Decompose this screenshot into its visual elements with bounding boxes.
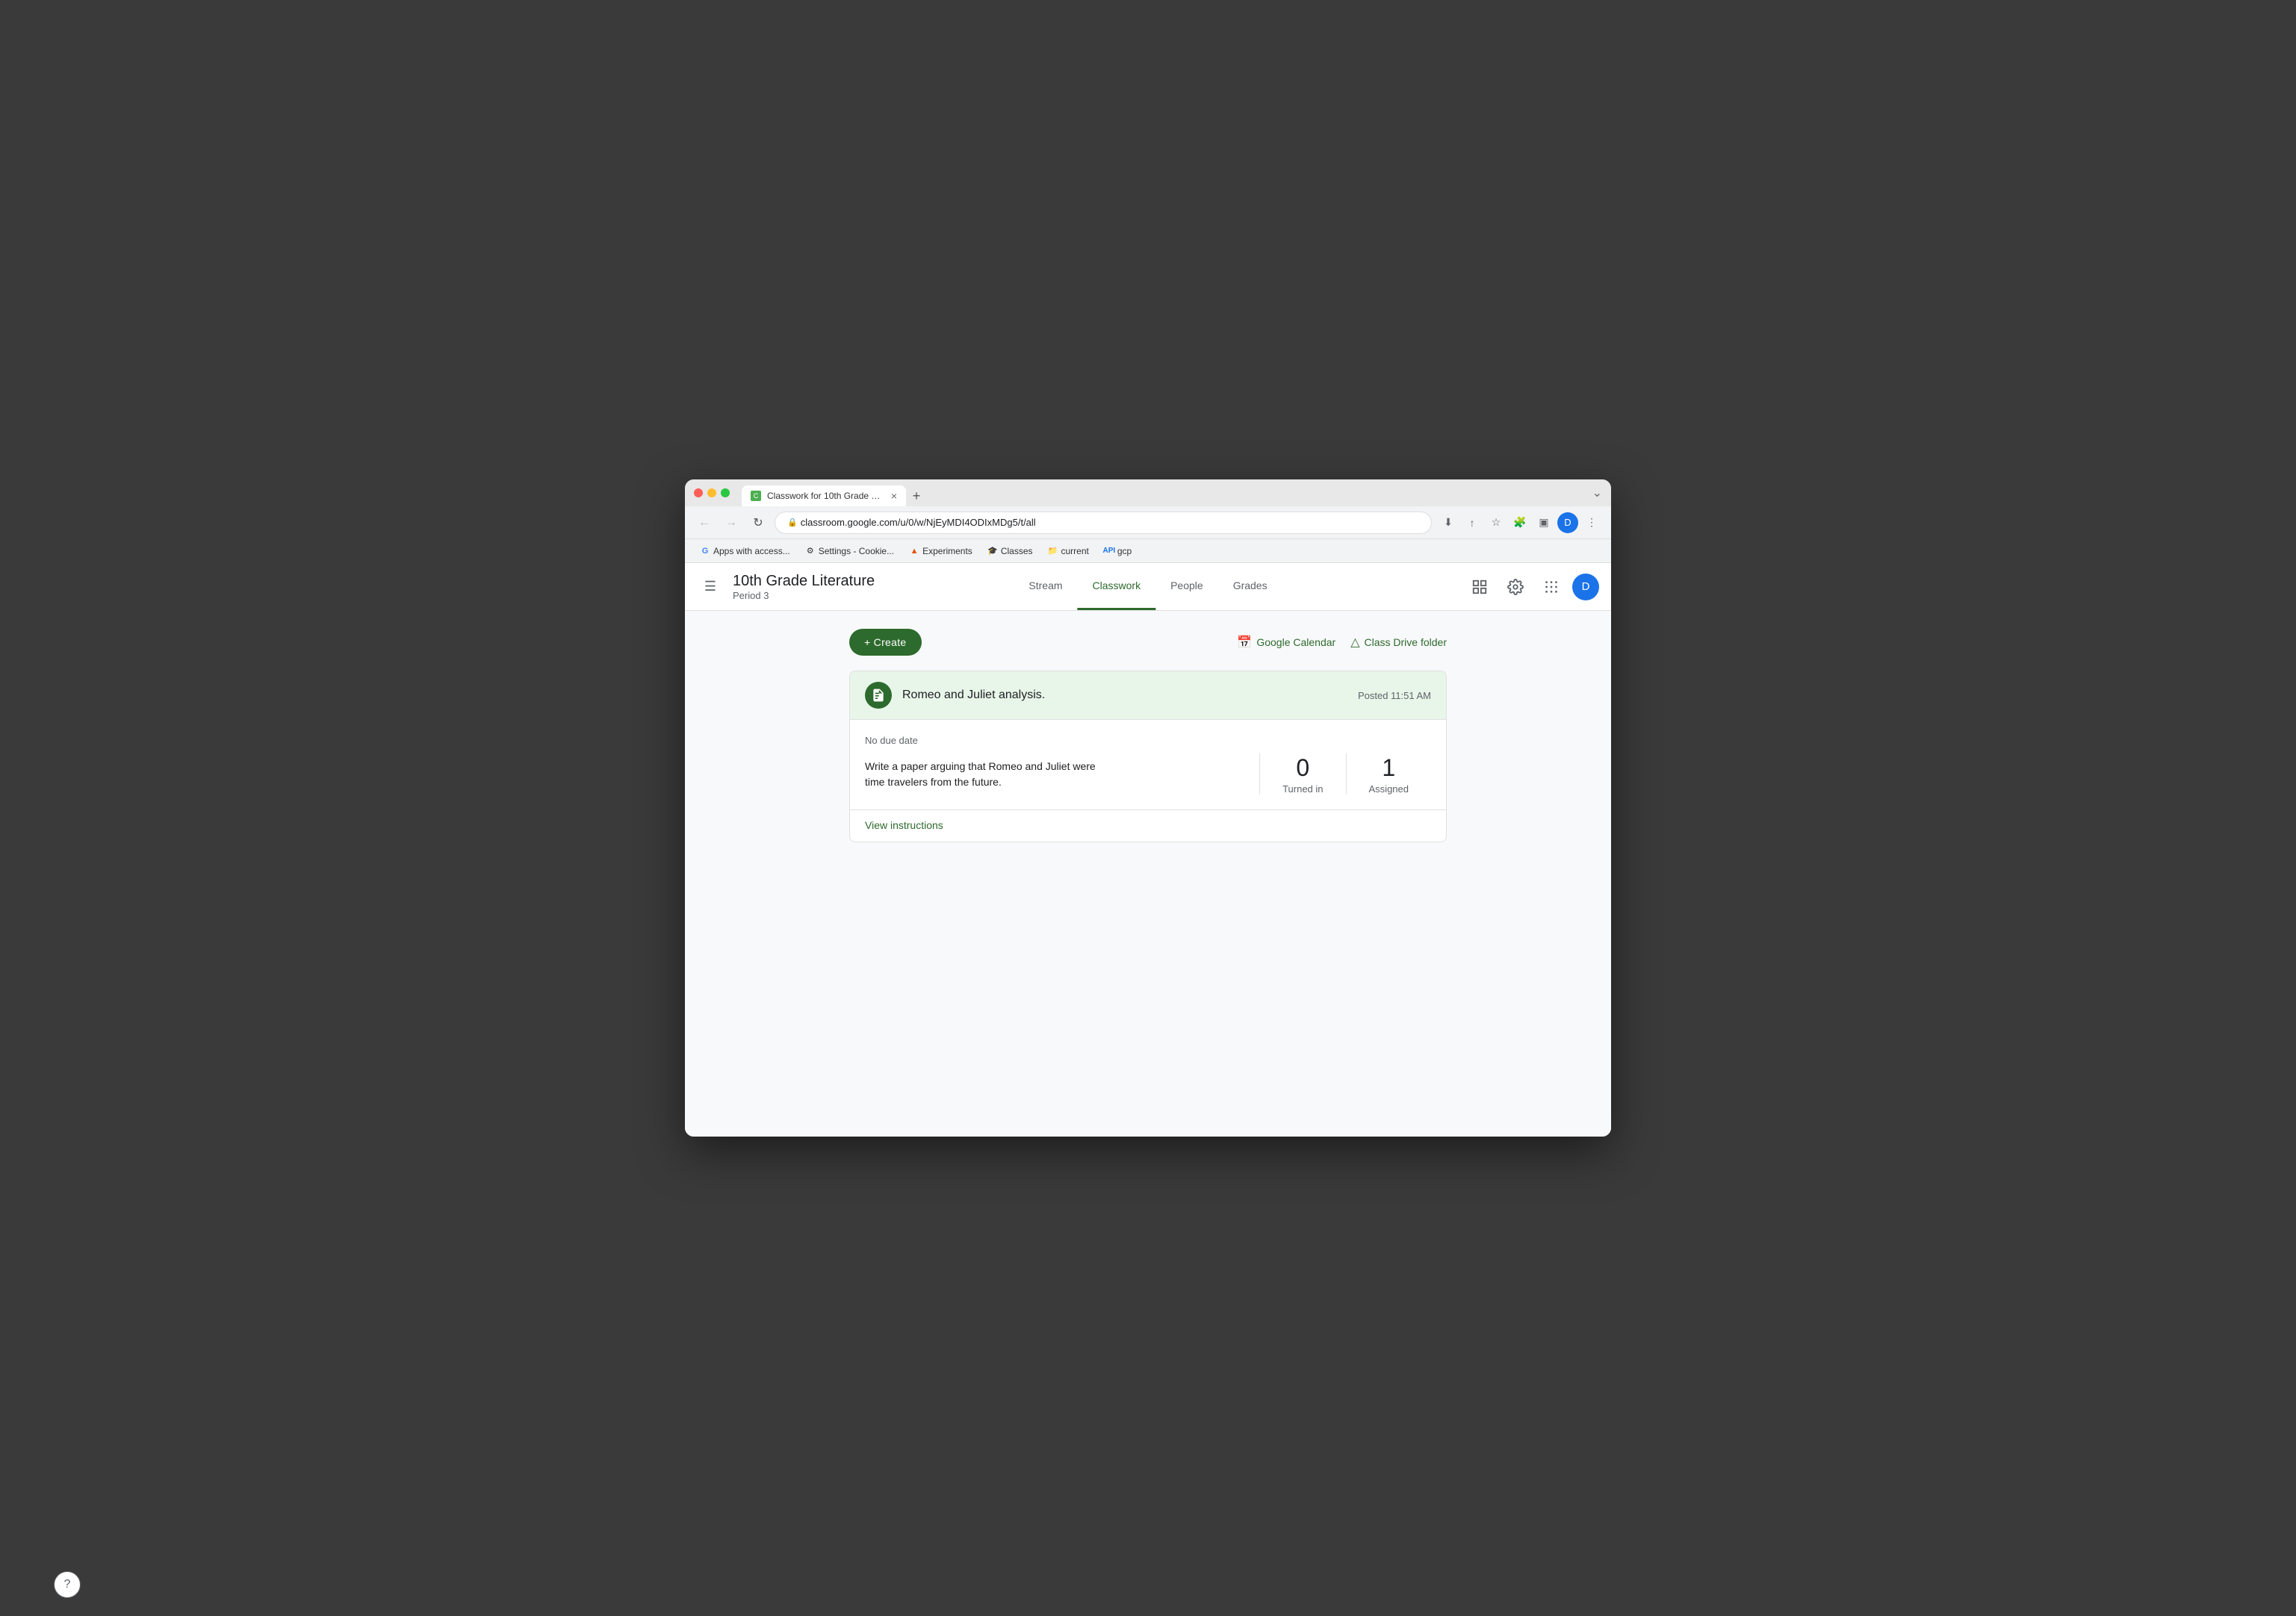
top-links: 📅 Google Calendar △ Class Drive folder [1237, 635, 1447, 650]
class-drive-folder-link[interactable]: △ Class Drive folder [1350, 635, 1447, 650]
class-name: 10th Grade Literature [733, 573, 875, 590]
apps-grid-icon[interactable] [1536, 572, 1566, 602]
bookmarks-bar: G Apps with access... ⚙ Settings - Cooki… [685, 539, 1611, 563]
bookmark-apps-label: Apps with access... [713, 546, 790, 556]
header-right: D [1465, 572, 1599, 602]
bookmark-settings[interactable]: ⚙ Settings - Cookie... [799, 544, 900, 559]
class-info: 10th Grade Literature Period 3 [733, 573, 875, 601]
google-calendar-label: Google Calendar [1256, 636, 1335, 648]
bookmark-star-icon[interactable]: ☆ [1486, 512, 1507, 533]
title-bar: C Classwork for 10th Grade Liter... × + … [685, 479, 1611, 506]
traffic-lights [694, 488, 730, 497]
tab-close-button[interactable]: × [891, 491, 897, 501]
app-header: ☰ 10th Grade Literature Period 3 Stream … [685, 563, 1611, 611]
bookmark-apps-icon: G [700, 546, 710, 556]
address-text: classroom.google.com/u/0/w/NjEyMDI4ODIxM… [801, 517, 1036, 528]
minimize-window-button[interactable] [707, 488, 716, 497]
maximize-window-button[interactable] [721, 488, 730, 497]
forward-button[interactable]: → [721, 512, 742, 533]
header-nav: Stream Classwork People Grades [1014, 563, 1282, 610]
assignment-icon [865, 682, 892, 709]
stats-container: 0 Turned in 1 Assigned [1259, 753, 1431, 795]
card-body: No due date Write a paper arguing that R… [850, 720, 1446, 809]
bookmark-settings-label: Settings - Cookie... [819, 546, 894, 556]
bookmark-experiments-label: Experiments [922, 546, 972, 556]
help-button[interactable]: ? [54, 1571, 81, 1598]
download-icon[interactable]: ⬇ [1438, 512, 1459, 533]
bookmark-experiments[interactable]: ▲ Experiments [903, 544, 978, 559]
refresh-button[interactable]: ↻ [748, 512, 769, 533]
card-footer: View instructions [850, 809, 1446, 842]
content-area: + Create 📅 Google Calendar △ Class Drive… [685, 611, 1611, 1137]
class-drive-folder-label: Class Drive folder [1365, 636, 1447, 648]
tab-favicon: C [751, 491, 761, 501]
posted-time: Posted 11:51 AM [1358, 690, 1431, 701]
app-container: ☰ 10th Grade Literature Period 3 Stream … [685, 563, 1611, 1137]
tab-stream[interactable]: Stream [1014, 563, 1077, 610]
browser-profile-button[interactable]: D [1557, 512, 1578, 533]
top-actions: + Create 📅 Google Calendar △ Class Drive… [849, 629, 1447, 656]
sidebar-toggle-icon[interactable]: ▣ [1533, 512, 1554, 533]
assignment-card: Romeo and Juliet analysis. Posted 11:51 … [849, 671, 1447, 842]
tab-classwork[interactable]: Classwork [1078, 563, 1156, 610]
google-calendar-link[interactable]: 📅 Google Calendar [1237, 635, 1335, 650]
tab-grades[interactable]: Grades [1218, 563, 1282, 610]
close-window-button[interactable] [694, 488, 703, 497]
assignment-description: Write a paper arguing that Romeo and Jul… [865, 759, 1244, 790]
due-date: No due date [865, 735, 1431, 746]
assigned-label: Assigned [1369, 783, 1409, 795]
tabs-bar: C Classwork for 10th Grade Liter... × + [742, 479, 1586, 506]
hamburger-menu-icon[interactable]: ☰ [697, 574, 724, 600]
header-left: ☰ 10th Grade Literature Period 3 [697, 573, 875, 601]
bookmark-classes[interactable]: 🎓 Classes [981, 544, 1039, 559]
lock-icon: 🔒 [787, 518, 798, 527]
bookmark-current-icon: 📁 [1048, 546, 1058, 556]
bookmark-current[interactable]: 📁 current [1042, 544, 1095, 559]
create-button[interactable]: + Create [849, 629, 922, 656]
class-period: Period 3 [733, 590, 875, 601]
assignment-title: Romeo and Juliet analysis. [902, 689, 1347, 702]
assigned-number: 1 [1382, 753, 1395, 782]
turned-in-stat: 0 Turned in [1260, 753, 1345, 795]
new-tab-button[interactable]: + [906, 485, 927, 506]
turned-in-number: 0 [1296, 753, 1309, 782]
share-icon[interactable]: ↑ [1462, 512, 1483, 533]
bookmark-gcp[interactable]: API gcp [1098, 544, 1138, 559]
assigned-stat: 1 Assigned [1346, 753, 1431, 795]
card-header: Romeo and Juliet analysis. Posted 11:51 … [850, 671, 1446, 720]
back-button[interactable]: ← [694, 512, 715, 533]
drive-folder-icon: △ [1350, 635, 1359, 650]
turned-in-label: Turned in [1282, 783, 1323, 795]
address-bar: ← → ↻ 🔒 classroom.google.com/u/0/w/NjEyM… [685, 506, 1611, 539]
bookmark-gcp-icon: API [1104, 546, 1114, 556]
bookmark-gcp-label: gcp [1117, 546, 1132, 556]
view-instructions-link[interactable]: View instructions [865, 819, 943, 831]
bookmark-experiments-icon: ▲ [909, 546, 919, 556]
browser-tab[interactable]: C Classwork for 10th Grade Liter... × [742, 485, 906, 506]
bookmark-current-label: current [1061, 546, 1089, 556]
address-bar-actions: ⬇ ↑ ☆ 🧩 ▣ D ⋮ [1438, 512, 1602, 533]
bookmark-settings-icon: ⚙ [805, 546, 816, 556]
content-inner: + Create 📅 Google Calendar △ Class Drive… [849, 629, 1447, 842]
browser-more-icon[interactable]: ⋮ [1581, 512, 1602, 533]
window-controls-icon[interactable]: ⌄ [1592, 485, 1602, 500]
tab-title: Classwork for 10th Grade Liter... [767, 491, 885, 501]
card-content-row: Write a paper arguing that Romeo and Jul… [865, 753, 1431, 795]
app-profile-button[interactable]: D [1572, 574, 1599, 600]
address-input[interactable]: 🔒 classroom.google.com/u/0/w/NjEyMDI4ODI… [775, 512, 1432, 534]
tab-people[interactable]: People [1155, 563, 1218, 610]
calendar-icon: 📅 [1237, 635, 1252, 650]
bookmark-classes-label: Classes [1001, 546, 1033, 556]
extension-icon[interactable]: 🧩 [1510, 512, 1530, 533]
view-toggle-icon[interactable] [1465, 572, 1495, 602]
bookmark-apps[interactable]: G Apps with access... [694, 544, 796, 559]
bookmark-classes-icon: 🎓 [987, 546, 998, 556]
settings-gear-icon[interactable] [1501, 572, 1530, 602]
